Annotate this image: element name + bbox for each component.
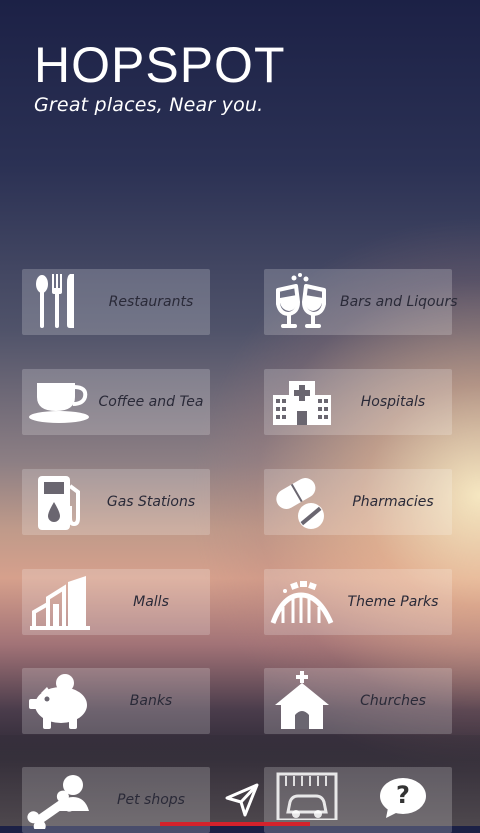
restaurant-icon xyxy=(22,269,98,335)
category-label: Pharmacies xyxy=(352,494,434,510)
category-label: Churches xyxy=(360,693,426,709)
send-icon[interactable] xyxy=(222,780,262,820)
category-theme-parks[interactable]: Theme Parks xyxy=(264,569,452,635)
piggy-bank-icon xyxy=(22,668,98,734)
app-title: HOPSPOT xyxy=(34,37,286,93)
bottom-bar: ? xyxy=(0,772,480,826)
help-icon[interactable]: ? xyxy=(378,776,428,820)
category-pharmacies[interactable]: Pharmacies xyxy=(264,469,452,535)
help-glyph: ? xyxy=(396,781,410,809)
roller-coaster-icon xyxy=(264,569,340,635)
app-header: HOPSPOT Great places, Near you. xyxy=(34,38,285,116)
gas-pump-icon xyxy=(22,469,98,535)
category-malls[interactable]: Malls xyxy=(22,569,210,635)
church-icon xyxy=(264,668,340,734)
category-label: Restaurants xyxy=(108,294,194,310)
category-label: Malls xyxy=(133,594,169,610)
hospital-icon xyxy=(264,369,340,435)
category-label: Coffee and Tea xyxy=(98,394,204,410)
category-label: Bars and Liqours xyxy=(340,294,458,310)
app-tagline: Great places, Near you. xyxy=(34,94,264,116)
accent-line xyxy=(160,822,310,826)
category-label: Theme Parks xyxy=(347,594,439,610)
category-banks[interactable]: Banks xyxy=(22,668,210,734)
category-bars[interactable]: Bars and Liqours xyxy=(264,269,458,335)
category-label: Hospitals xyxy=(360,394,426,410)
mall-icon xyxy=(22,569,98,635)
category-coffee-tea[interactable]: Coffee and Tea xyxy=(22,369,210,435)
drinks-icon xyxy=(264,269,340,335)
category-gas-stations[interactable]: Gas Stations xyxy=(22,469,210,535)
category-churches[interactable]: Churches xyxy=(264,668,452,734)
pill-icon xyxy=(264,469,340,535)
category-label: Gas Stations xyxy=(106,494,196,510)
category-restaurants[interactable]: Restaurants xyxy=(22,269,210,335)
coffee-icon xyxy=(22,369,98,435)
category-hospitals[interactable]: Hospitals xyxy=(264,369,452,435)
category-label: Banks xyxy=(129,693,173,709)
parking-icon[interactable] xyxy=(276,772,338,820)
